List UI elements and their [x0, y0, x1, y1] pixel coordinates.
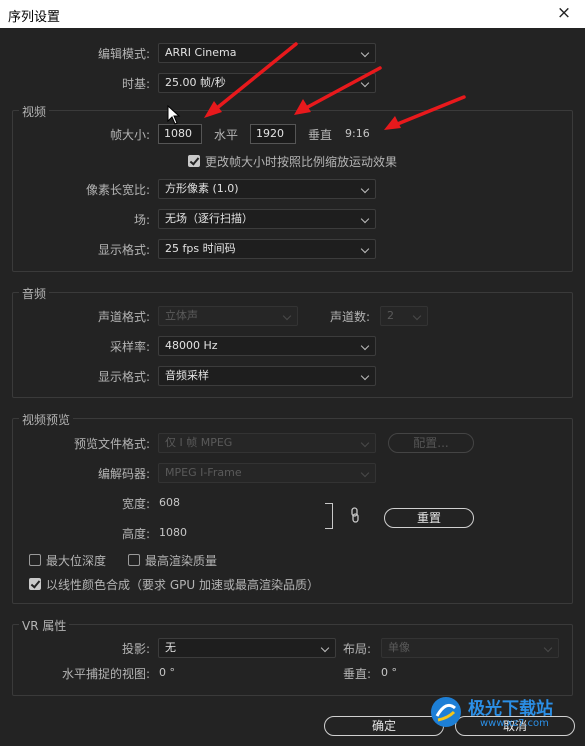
annotation-arrows — [204, 42, 466, 130]
